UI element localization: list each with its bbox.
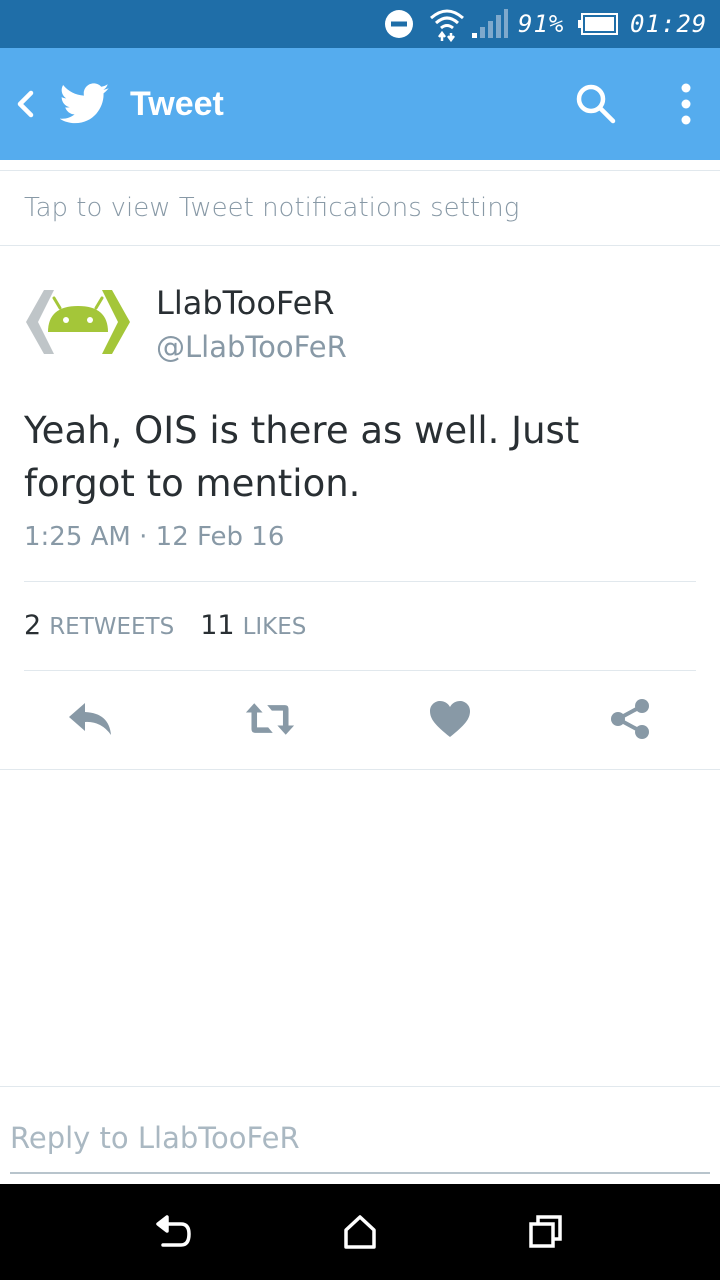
retweet-icon: [245, 703, 295, 735]
more-options-button[interactable]: [664, 48, 708, 160]
battery-percent: 91%: [518, 10, 565, 38]
notification-settings-text: Tap to view Tweet notifications setting: [24, 193, 520, 223]
nav-recents-button[interactable]: [506, 1184, 586, 1280]
avatar[interactable]: [24, 286, 132, 358]
twitter-bird-icon: [60, 48, 110, 160]
search-icon: [576, 84, 616, 124]
nav-back-button[interactable]: [134, 1184, 214, 1280]
more-vertical-icon: [681, 83, 691, 125]
share-button[interactable]: [605, 696, 655, 742]
reply-icon: [69, 703, 111, 735]
tweet-text: Yeah, OIS is there as well. Just forgot …: [24, 409, 580, 505]
back-button[interactable]: [10, 48, 40, 160]
reply-input[interactable]: [10, 1110, 710, 1174]
like-icon: [430, 701, 470, 737]
battery-icon: [578, 0, 618, 48]
wifi-icon: [428, 0, 466, 48]
page-title: Tweet: [130, 84, 224, 123]
status-bar: 91% 01:29: [0, 0, 720, 48]
notification-settings-banner[interactable]: Tap to view Tweet notifications setting: [0, 170, 720, 246]
retweets-label[interactable]: RETWEETS: [49, 614, 174, 640]
nav-home-icon: [344, 1215, 376, 1249]
divider: [0, 769, 720, 770]
back-icon: [17, 90, 34, 118]
app-bar: Tweet: [0, 48, 720, 160]
signal-icon: [470, 0, 508, 48]
likes-count[interactable]: 11: [200, 610, 234, 641]
retweet-button[interactable]: [245, 696, 295, 742]
nav-back-icon: [156, 1215, 191, 1247]
nav-home-button[interactable]: [320, 1184, 400, 1280]
retweets-count[interactable]: 2: [24, 610, 41, 641]
reply-button[interactable]: [65, 696, 115, 742]
divider: [24, 670, 696, 671]
like-button[interactable]: [425, 696, 475, 742]
share-icon: [611, 699, 649, 739]
display-name[interactable]: LlabTooFeR: [156, 284, 334, 322]
tweet-stats: 2 RETWEETS 11 LIKES: [24, 610, 306, 650]
divider: [24, 581, 696, 582]
search-button[interactable]: [570, 48, 622, 160]
likes-label[interactable]: LIKES: [243, 614, 307, 640]
clock: 01:29: [630, 10, 708, 38]
user-handle[interactable]: @LlabTooFeR: [156, 330, 347, 364]
system-nav-bar: [0, 1184, 720, 1280]
do-not-disturb-icon: [384, 0, 414, 48]
divider: [0, 1086, 720, 1087]
nav-recents-icon: [529, 1215, 562, 1248]
tweet-timestamp: 1:25 AM · 12 Feb 16: [24, 522, 285, 552]
